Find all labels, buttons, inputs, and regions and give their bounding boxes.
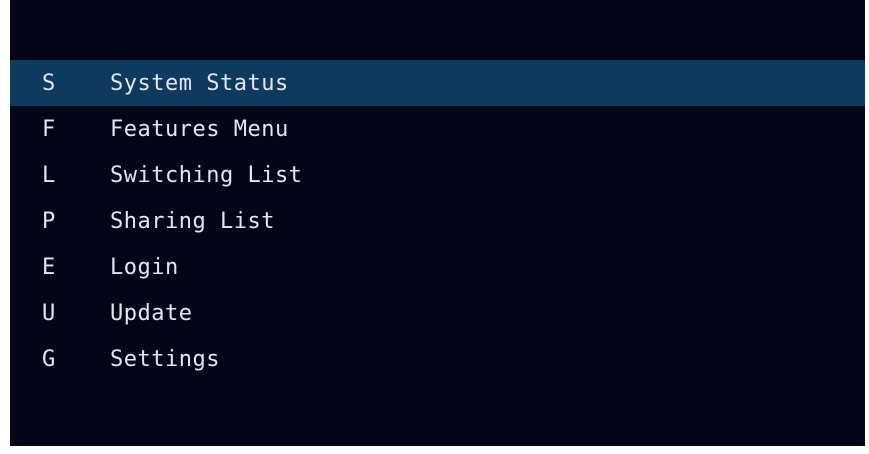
- menu-item-label: Switching List: [110, 162, 303, 188]
- menu-item-label: Update: [110, 300, 193, 326]
- menu-screen: S System Status F Features Menu L Switch…: [10, 0, 865, 446]
- menu-item-features-menu[interactable]: F Features Menu: [10, 106, 865, 152]
- menu-item-system-status[interactable]: S System Status: [10, 60, 865, 106]
- menu-item-hotkey: P: [42, 208, 56, 234]
- menu-item-hotkey: G: [42, 346, 56, 372]
- menu-item-sharing-list[interactable]: P Sharing List: [10, 198, 865, 244]
- menu-item-hotkey: L: [42, 162, 56, 188]
- menu-item-hotkey: U: [42, 300, 56, 326]
- menu-item-hotkey: F: [42, 116, 56, 142]
- menu-item-settings[interactable]: G Settings: [10, 336, 865, 382]
- menu-item-label: System Status: [110, 70, 289, 96]
- main-menu: S System Status F Features Menu L Switch…: [10, 60, 865, 382]
- menu-item-hotkey: S: [42, 70, 56, 96]
- menu-item-hotkey: E: [42, 254, 56, 280]
- menu-item-label: Features Menu: [110, 116, 289, 142]
- menu-item-login[interactable]: E Login: [10, 244, 865, 290]
- menu-item-label: Settings: [110, 346, 220, 372]
- menu-item-label: Sharing List: [110, 208, 275, 234]
- menu-item-label: Login: [110, 254, 179, 280]
- menu-item-switching-list[interactable]: L Switching List: [10, 152, 865, 198]
- menu-item-update[interactable]: U Update: [10, 290, 865, 336]
